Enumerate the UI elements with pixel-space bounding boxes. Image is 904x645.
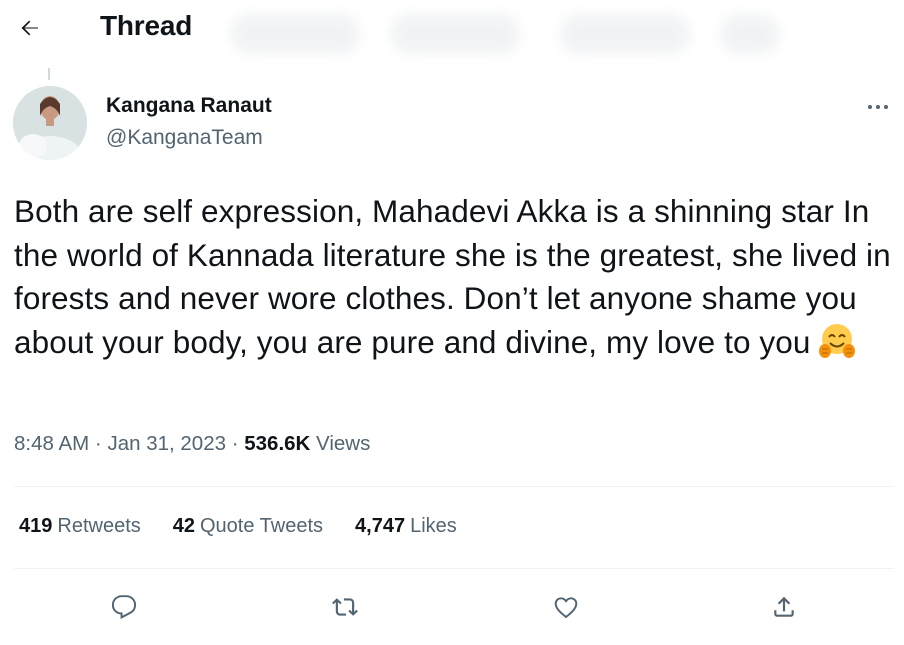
quote-tweets-stat[interactable]: 42 Quote Tweets (173, 515, 323, 538)
reply-button[interactable] (104, 589, 144, 625)
retweets-label: Retweets (57, 515, 141, 537)
meta-separator: · (94, 432, 102, 455)
views-label: Views (316, 432, 371, 455)
hugging-face-emoji-icon (818, 323, 855, 358)
blurred-header-area (230, 8, 790, 58)
tweet-actions (0, 585, 904, 629)
retweet-icon (332, 598, 358, 616)
avatar[interactable] (13, 86, 87, 160)
share-icon (774, 596, 794, 617)
likes-count: 4,747 (355, 515, 406, 537)
reply-icon (111, 595, 137, 620)
thread-connector-line (48, 68, 50, 80)
more-options-button[interactable] (860, 92, 896, 122)
tweet-date[interactable]: Jan 31, 2023 (107, 432, 226, 455)
retweet-button[interactable] (325, 589, 365, 625)
heart-icon (554, 597, 578, 619)
more-horizontal-icon (868, 105, 888, 109)
tweet-time[interactable]: 8:48 AM (14, 432, 89, 455)
author-handle[interactable]: @KanganaTeam (106, 126, 263, 150)
divider (14, 486, 894, 487)
tweet-meta: 8:48 AM · Jan 31, 2023 · 536.6K Views (14, 432, 370, 456)
page-title: Thread (100, 10, 193, 41)
retweets-stat[interactable]: 419 Retweets (19, 515, 141, 538)
back-button[interactable] (12, 10, 48, 46)
views-count: 536.6K (244, 432, 311, 455)
tweet-text: Both are self expression, Mahadevi Akka … (14, 193, 891, 360)
tweet-thread-page: Thread Kangana Ranaut @KanganaTeam Both … (0, 0, 904, 645)
quotes-label: Quote Tweets (200, 515, 324, 537)
tweet-stats: 419 Retweets 42 Quote Tweets 4,747 Likes (19, 515, 489, 538)
share-button[interactable] (764, 589, 804, 625)
like-button[interactable] (546, 589, 586, 625)
retweets-count: 419 (19, 515, 53, 537)
divider (14, 568, 894, 569)
quotes-count: 42 (172, 515, 195, 537)
thread-header: Thread (0, 0, 904, 60)
likes-stat[interactable]: 4,747 Likes (355, 515, 457, 538)
likes-label: Likes (410, 515, 457, 537)
author-name[interactable]: Kangana Ranaut (106, 94, 272, 118)
arrow-left-icon (21, 20, 38, 36)
meta-separator: · (231, 432, 239, 455)
tweet-body: Both are self expression, Mahadevi Akka … (14, 190, 894, 364)
